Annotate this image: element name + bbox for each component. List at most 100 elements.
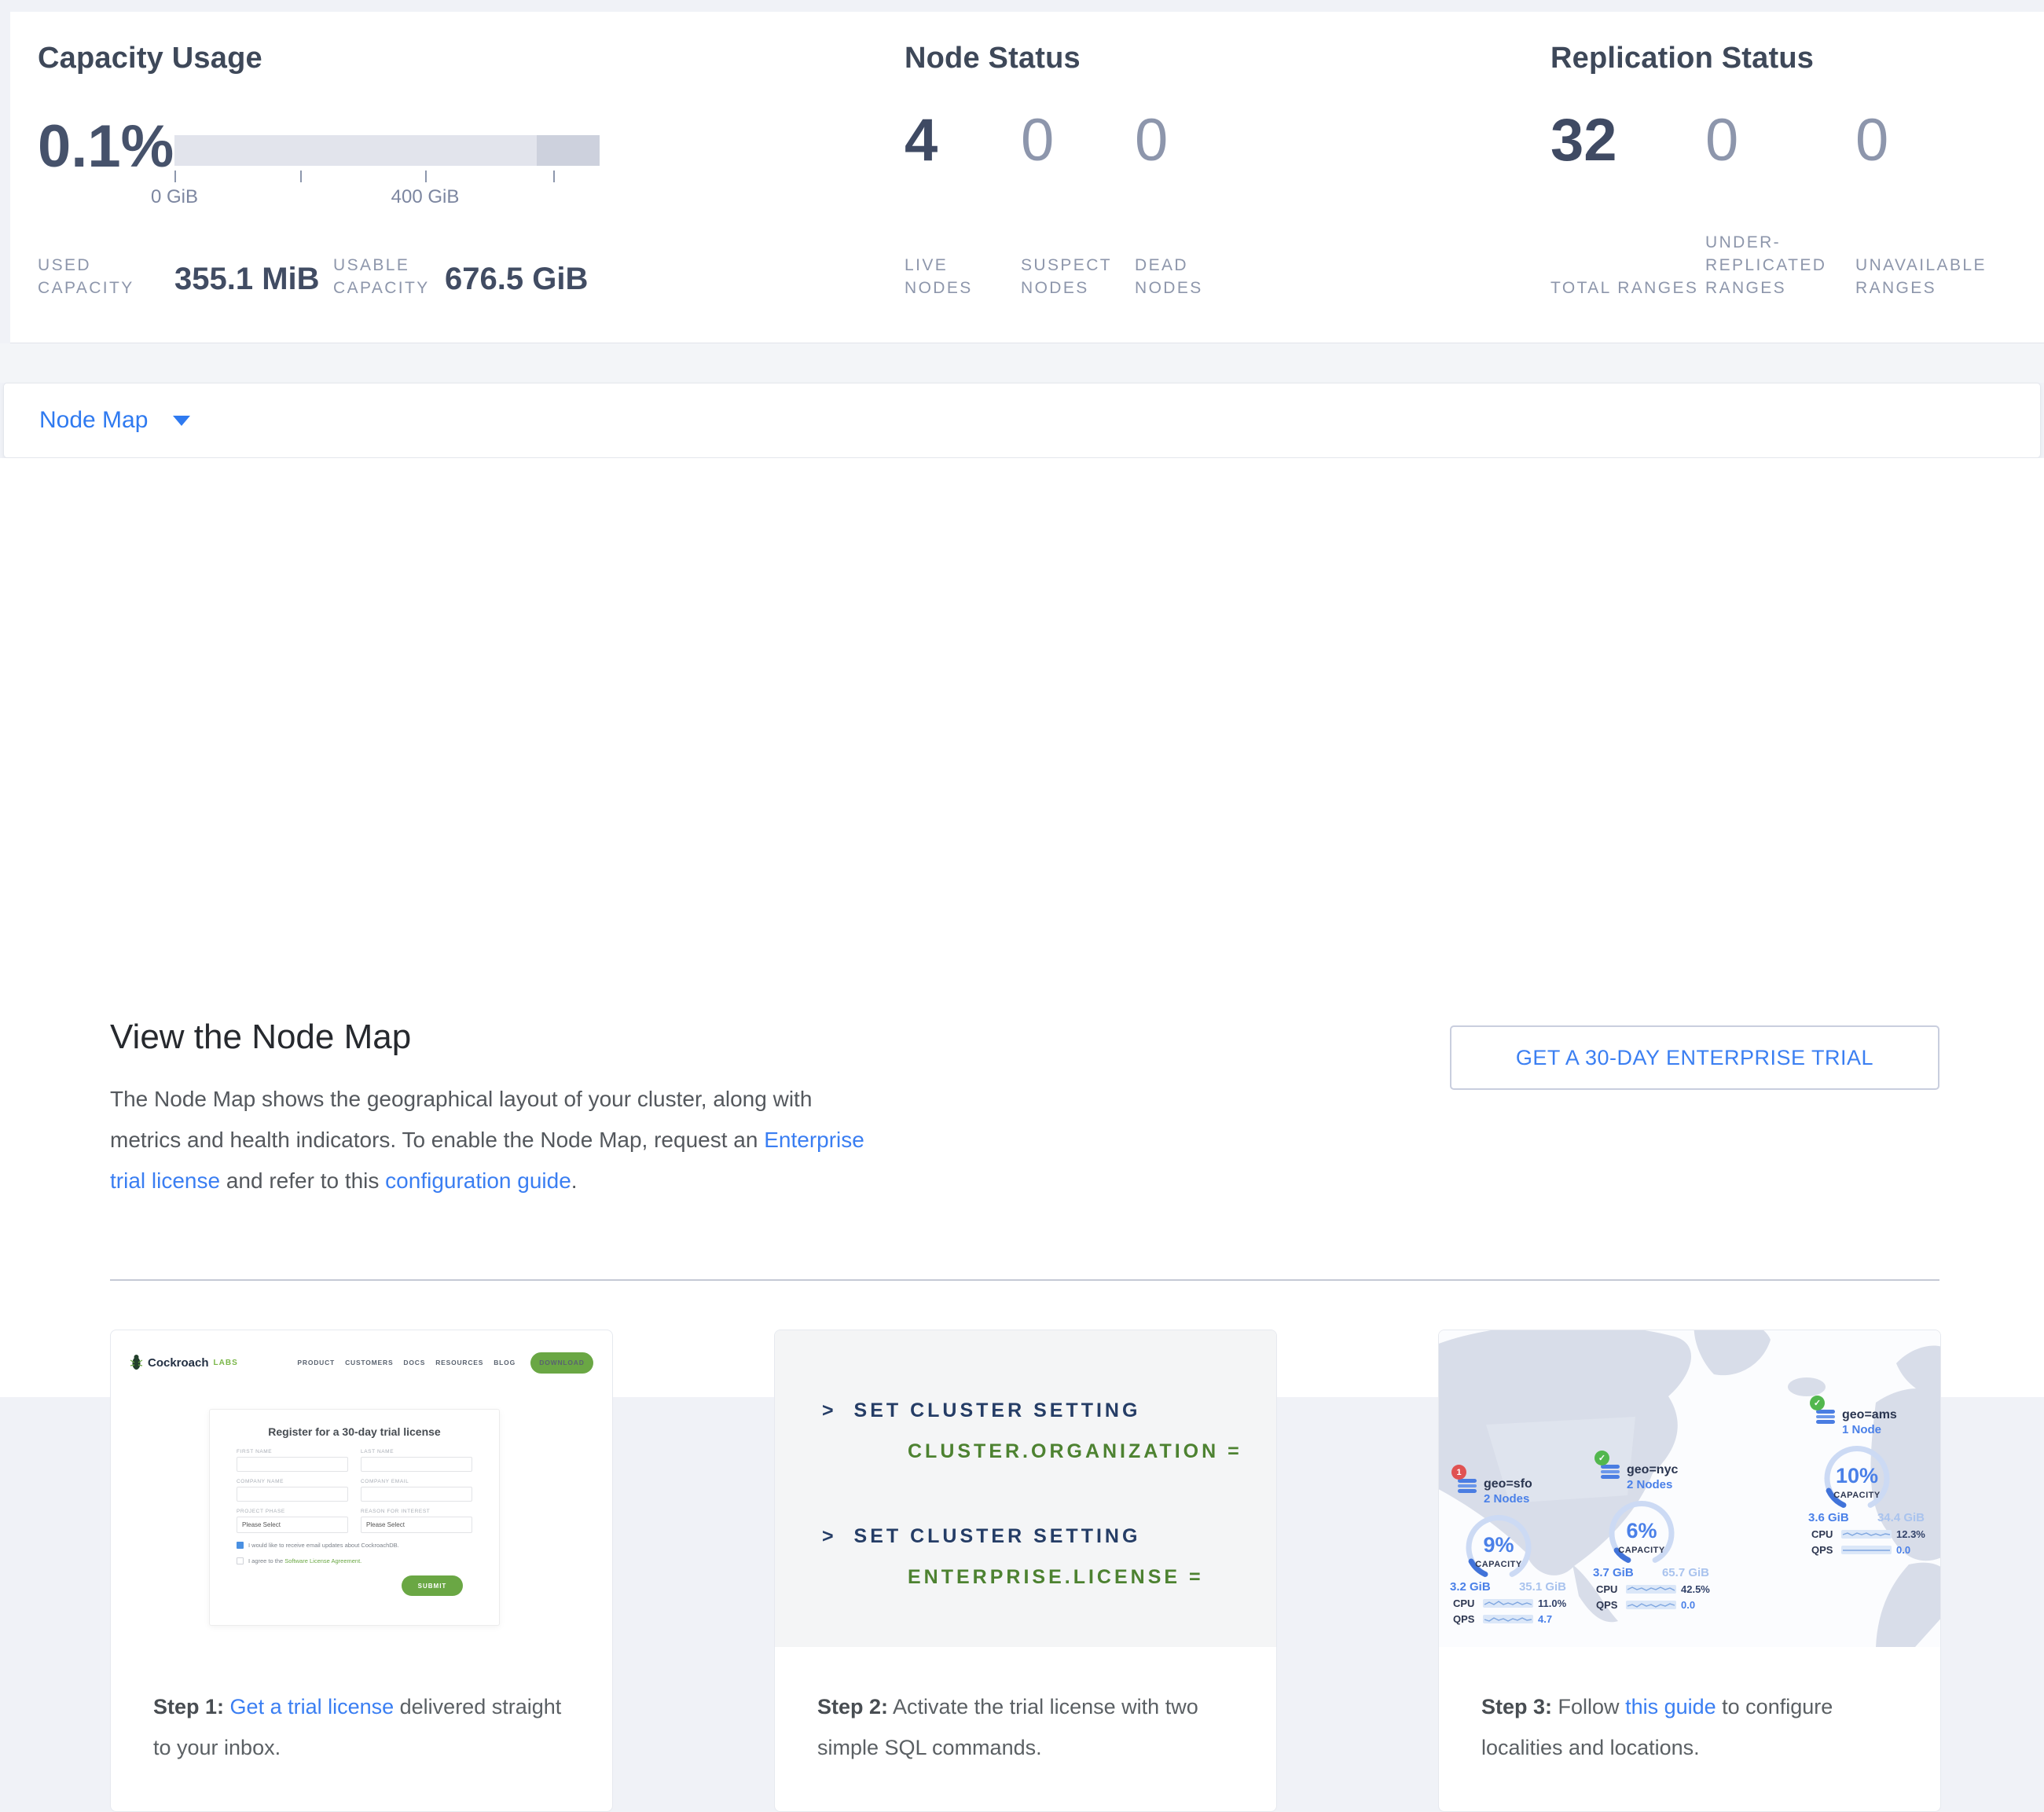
step-2-caption: Step 2: Activate the trial license with … xyxy=(775,1647,1276,1768)
step-1-card: Cockroach LABS PRODUCT CUSTOMERS DOCS RE… xyxy=(110,1330,613,1812)
axis-tick xyxy=(174,171,176,182)
step-label: Step 1: xyxy=(153,1695,224,1718)
check-icon: ✓ xyxy=(1810,1396,1825,1410)
step-2-card: > SET CLUSTER SETTING CLUSTER.ORGANIZATI… xyxy=(774,1330,1277,1812)
cpu-label: CPU xyxy=(1596,1583,1626,1595)
sql-commands-panel: > SET CLUSTER SETTING CLUSTER.ORGANIZATI… xyxy=(775,1330,1276,1647)
mini-nav: PRODUCT CUSTOMERS DOCS RESOURCES BLOG DO… xyxy=(297,1352,593,1374)
configuration-guide-link[interactable]: configuration guide xyxy=(385,1168,571,1193)
qps-sparkline xyxy=(1626,1600,1676,1610)
get-trial-license-link[interactable]: Get a trial license xyxy=(230,1695,394,1718)
enterprise-trial-license-link[interactable]: Enterprise xyxy=(764,1128,864,1152)
capacity-bar xyxy=(174,135,600,166)
locality-sfo: 1 geo=sfo 2 Nodes 9% CAPACITY xyxy=(1450,1476,1583,1625)
locality-name: geo=nyc xyxy=(1627,1462,1678,1477)
capacity-percent: 6% xyxy=(1598,1519,1686,1543)
axis-tick xyxy=(425,171,427,182)
used-value: 3.7 GiB xyxy=(1593,1566,1634,1579)
brand-name: Cockroach xyxy=(148,1356,209,1370)
capacity-gauge: 9% CAPACITY xyxy=(1455,1511,1543,1580)
used-capacity-label: USED CAPACITY xyxy=(38,254,174,299)
sql-setting-license: ENTERPRISE.LICENSE = xyxy=(908,1566,1204,1589)
company-email-field xyxy=(361,1487,472,1502)
cpu-label: CPU xyxy=(1811,1528,1841,1540)
total-ranges-count: 32 xyxy=(1550,106,1705,174)
mini-nav-item: PRODUCT xyxy=(297,1359,335,1366)
cpu-sparkline xyxy=(1841,1529,1892,1539)
locality-name: geo=sfo xyxy=(1484,1476,1532,1491)
node-map-preview: 1 geo=sfo 2 Nodes 9% CAPACITY xyxy=(1439,1330,1940,1647)
first-name-field xyxy=(237,1457,348,1472)
node-map-description: The Node Map shows the geographical layo… xyxy=(110,1079,880,1201)
description-line: metrics and health indicators. To enable… xyxy=(110,1128,764,1152)
check-icon: ✓ xyxy=(1594,1451,1609,1465)
last-name-field xyxy=(361,1457,472,1472)
this-guide-link[interactable]: this guide xyxy=(1625,1695,1716,1718)
sql-prompt: > xyxy=(822,1525,837,1547)
step-label: Step 2: xyxy=(817,1695,888,1718)
locality-node-count: 2 Nodes xyxy=(1627,1477,1678,1492)
checkbox-checked-icon xyxy=(237,1542,244,1549)
capacity-label: CAPACITY xyxy=(1813,1491,1901,1500)
field-label: COMPANY EMAIL xyxy=(361,1479,472,1484)
cpu-value: 12.3% xyxy=(1896,1528,1925,1540)
under-replicated-label: UNDER-REPLICATED RANGES xyxy=(1705,231,1845,299)
locality-node-count: 2 Nodes xyxy=(1484,1491,1532,1506)
brand-suffix: LABS xyxy=(214,1359,238,1367)
caption-text: Follow xyxy=(1552,1695,1625,1718)
sql-prompt: > xyxy=(822,1399,837,1421)
usable-capacity-value: 676.5 GiB xyxy=(445,262,588,297)
cpu-value: 42.5% xyxy=(1681,1583,1710,1595)
qps-value: 4.7 xyxy=(1538,1613,1552,1625)
page-title: View the Node Map xyxy=(110,1018,411,1057)
capacity-percent: 9% xyxy=(1455,1533,1543,1557)
view-selector-label[interactable]: Node Map xyxy=(39,407,148,434)
mini-nav-item: DOCS xyxy=(403,1359,425,1366)
replication-status-title: Replication Status xyxy=(1550,42,1814,75)
node-status-title: Node Status xyxy=(905,42,1081,75)
axis-tick xyxy=(300,171,302,182)
node-map-promo-section: View the Node Map The Node Map shows the… xyxy=(0,458,2044,1397)
tick-label-400: 400 GiB xyxy=(391,186,460,208)
cockroach-logo-icon xyxy=(130,1354,143,1371)
used-value: 3.6 GiB xyxy=(1808,1511,1849,1524)
trial-license-form: Register for a 30-day trial license FIRS… xyxy=(209,1409,500,1626)
sql-command: SET CLUSTER SETTING xyxy=(854,1525,1141,1547)
step-1-caption: Step 1: Get a trial license delivered st… xyxy=(111,1647,612,1768)
enterprise-trial-license-link[interactable]: trial license xyxy=(110,1168,220,1193)
error-badge: 1 xyxy=(1451,1465,1466,1480)
unavailable-label: UNAVAILABLE RANGES xyxy=(1855,254,2013,299)
company-name-field xyxy=(237,1487,348,1502)
step-label: Step 3: xyxy=(1481,1695,1552,1718)
mini-nav-item: CUSTOMERS xyxy=(345,1359,393,1366)
total-ranges-label: TOTAL RANGES xyxy=(1550,277,1705,299)
view-selector[interactable]: Node Map xyxy=(3,383,2041,458)
cpu-sparkline xyxy=(1483,1598,1533,1608)
checkbox-unchecked-icon xyxy=(237,1557,244,1564)
enterprise-trial-button[interactable]: GET A 30-DAY ENTERPRISE TRIAL xyxy=(1450,1025,1939,1090)
nodes-icon xyxy=(1816,1410,1835,1425)
used-capacity-value: 355.1 MiB xyxy=(174,262,320,297)
dead-nodes-count: 0 xyxy=(1135,106,1261,174)
field-label: COMPANY NAME xyxy=(237,1479,348,1484)
qps-value: 0.0 xyxy=(1681,1599,1695,1611)
suspect-nodes-label: SUSPECT NODES xyxy=(1021,254,1135,299)
live-nodes-count: 4 xyxy=(905,106,1021,174)
section-spacer xyxy=(0,343,2044,383)
cpu-value: 11.0% xyxy=(1538,1597,1566,1609)
field-label: REASON FOR INTEREST xyxy=(361,1509,472,1514)
suspect-nodes-count: 0 xyxy=(1021,106,1135,174)
unavailable-count: 0 xyxy=(1855,106,2013,174)
trial-registration-screenshot: Cockroach LABS PRODUCT CUSTOMERS DOCS RE… xyxy=(111,1330,612,1647)
capacity-percent: 10% xyxy=(1813,1464,1901,1488)
license-agreement-link: Software License Agreement. xyxy=(284,1557,361,1564)
field-label: LAST NAME xyxy=(361,1449,472,1454)
total-value: 65.7 GiB xyxy=(1662,1566,1709,1579)
qps-label: QPS xyxy=(1596,1599,1626,1611)
cockroach-labs-logo: Cockroach LABS xyxy=(130,1354,238,1371)
qps-label: QPS xyxy=(1811,1544,1841,1556)
capacity-bar-dark-segment xyxy=(537,135,600,166)
step-3-caption: Step 3: Follow this guide to configure l… xyxy=(1439,1647,1940,1768)
mini-nav-item: BLOG xyxy=(494,1359,516,1366)
reason-select: Please Select xyxy=(361,1517,472,1533)
